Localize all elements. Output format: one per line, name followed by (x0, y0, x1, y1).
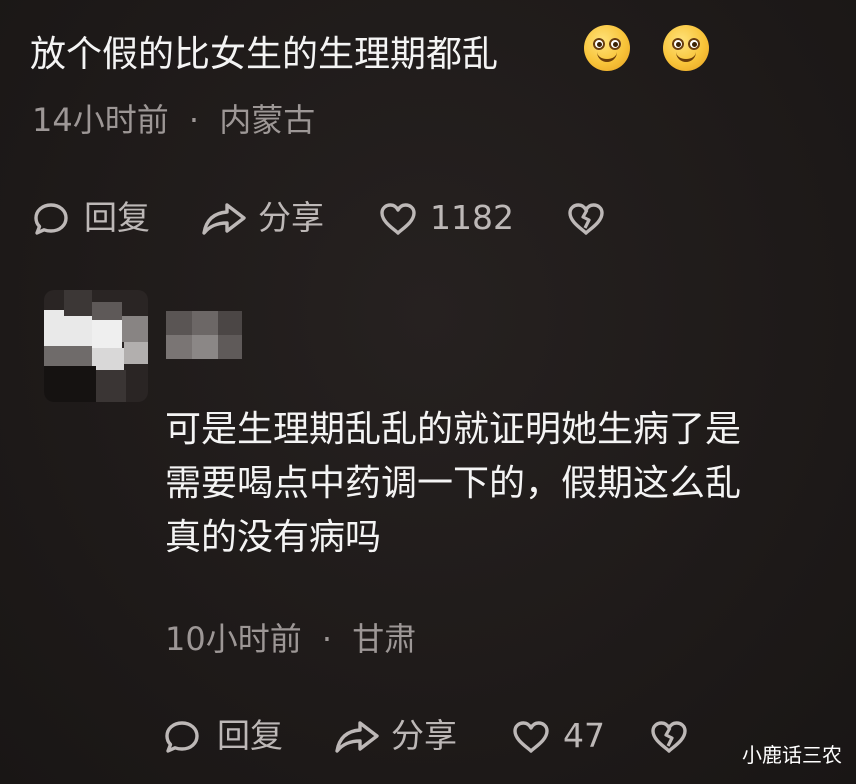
comment-2-text: 可是生理期乱乱的就证明她生病了是 需要喝点中药调一下的，假期这么乱 真的没有病吗 (165, 403, 741, 565)
comment-screen: 放个假的比女生的生理期都乱 14小时前 · 内蒙古 回复 分享 1182 可是生… (0, 0, 856, 784)
comment-bubble-icon (34, 203, 68, 235)
share-label: 分享 (258, 198, 324, 237)
share-button[interactable]: 分享 (200, 195, 340, 241)
comment-1-meta: 14小时前 · 内蒙古 (32, 100, 315, 140)
avatar[interactable] (44, 290, 148, 402)
like-button[interactable]: 47 (511, 713, 621, 759)
comment-1-actions: 回复 分享 1182 (32, 195, 632, 241)
comment-2-location: 甘肃 (352, 620, 417, 658)
heart-icon (513, 721, 549, 753)
reply-button[interactable]: 回复 (163, 713, 293, 759)
comment-2-time: 10小时前 (165, 620, 302, 658)
meta-separator: · (321, 620, 333, 658)
reply-button[interactable]: 回复 (32, 195, 162, 241)
comment-2-line: 可是生理期乱乱的就证明她生病了是 (165, 409, 742, 450)
share-button[interactable]: 分享 (333, 713, 473, 759)
broken-heart-icon (651, 721, 687, 753)
like-button[interactable]: 1182 (378, 195, 528, 241)
username-blurred[interactable] (166, 311, 242, 359)
like-count: 47 (563, 716, 605, 755)
comment-1-location: 内蒙古 (219, 101, 316, 139)
comment-2-actions: 回复 分享 47 (163, 713, 723, 759)
comment-2-line: 真的没有病吗 (165, 517, 382, 558)
share-label: 分享 (391, 716, 457, 755)
share-arrow-icon (202, 203, 246, 235)
dislike-button[interactable] (566, 195, 610, 241)
comment-bubble-icon (165, 721, 199, 753)
comment-2-meta: 10小时前 · 甘肃 (165, 619, 416, 659)
share-arrow-icon (335, 721, 379, 753)
smile-emoji-icon (584, 25, 630, 71)
smile-emoji-icon (663, 25, 709, 71)
like-count: 1182 (430, 198, 514, 237)
dislike-button[interactable] (649, 713, 693, 759)
broken-heart-icon (568, 203, 604, 235)
heart-icon (380, 203, 416, 235)
comment-1-text: 放个假的比女生的生理期都乱 (30, 34, 499, 75)
reply-label: 回复 (217, 716, 283, 755)
comment-1-time: 14小时前 (32, 101, 169, 139)
meta-separator: · (188, 101, 200, 139)
comment-2-line: 需要喝点中药调一下的，假期这么乱 (165, 463, 742, 504)
reply-label: 回复 (84, 198, 150, 237)
watermark: 小鹿话三农 (742, 743, 842, 767)
